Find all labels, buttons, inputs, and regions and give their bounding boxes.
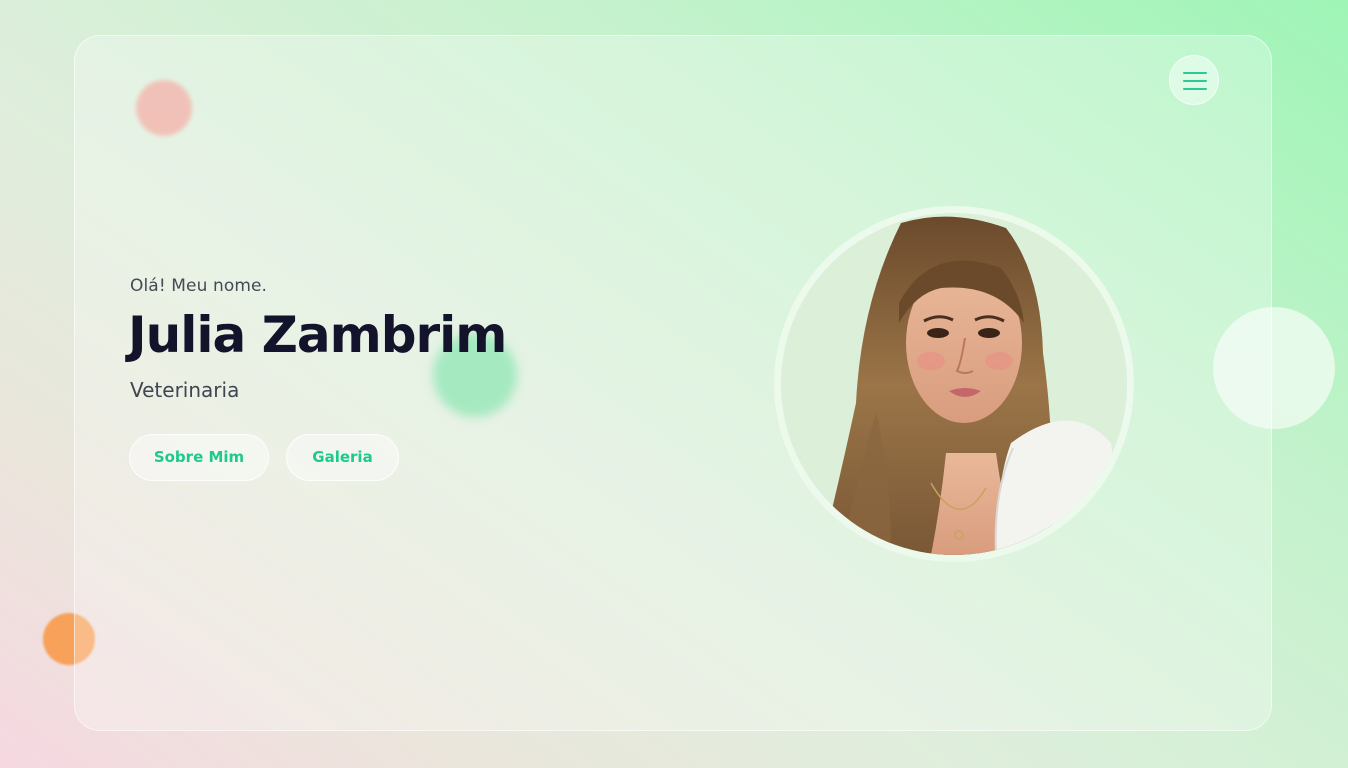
profile-photo-illustration <box>781 213 1127 555</box>
gallery-button[interactable]: Galeria <box>286 434 399 481</box>
profile-photo <box>774 206 1134 562</box>
hamburger-menu-icon-line <box>1183 72 1207 74</box>
greeting-text: Olá! Meu nome. <box>130 276 268 296</box>
person-name: Julia Zambrim <box>128 306 507 364</box>
menu-button[interactable] <box>1169 55 1219 105</box>
profession-text: Veterinaria <box>130 378 240 402</box>
about-me-button[interactable]: Sobre Mim <box>129 434 269 481</box>
hamburger-menu-icon-line <box>1183 80 1207 82</box>
hamburger-menu-icon-line <box>1183 88 1207 90</box>
